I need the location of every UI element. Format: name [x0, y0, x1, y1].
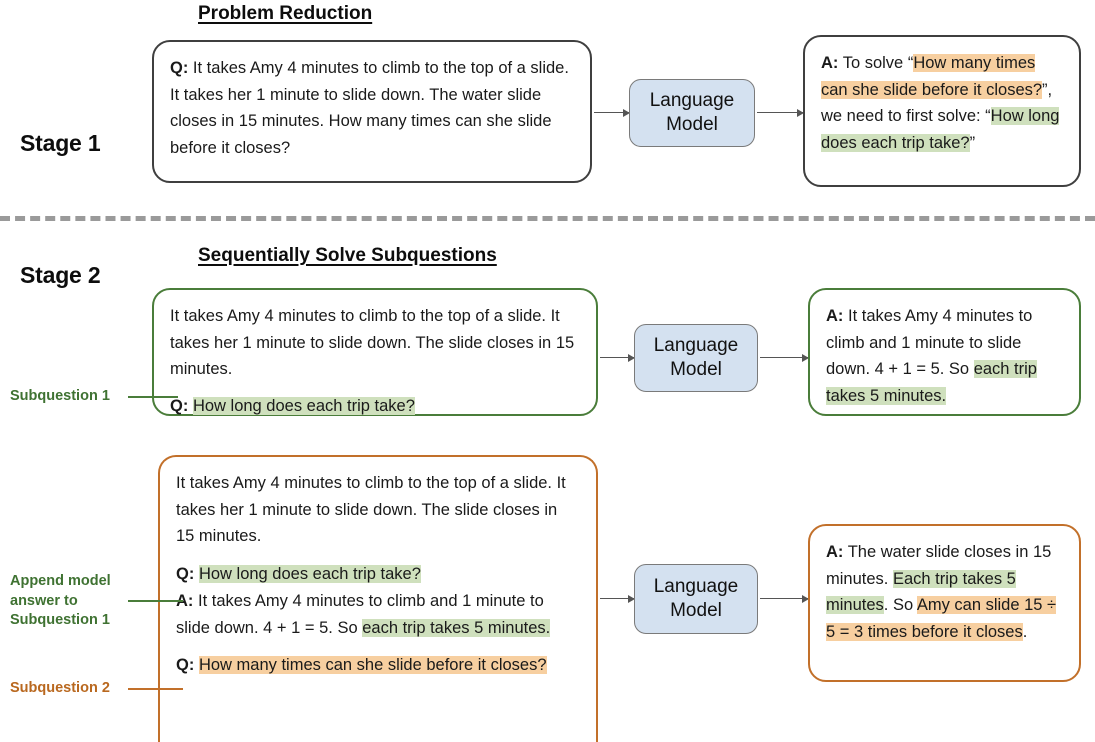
round2-question2-prefix: Q:	[176, 656, 195, 675]
stage-divider	[0, 216, 1095, 221]
round1-question-prefix: Q:	[170, 397, 189, 416]
round1-answer-prefix: A:	[826, 307, 844, 325]
stage2-label: Stage 2	[20, 262, 101, 288]
answer-prefix: A:	[821, 54, 839, 72]
model-line-1: Language	[653, 334, 739, 356]
model-line-2: Model	[670, 600, 722, 621]
arrow-s2r1-prompt-to-model	[600, 353, 635, 362]
model-line-1: Language	[653, 575, 739, 597]
arrow-s2r1-model-to-answer	[760, 353, 809, 362]
stage2-heading: Sequentially Solve Subquestions	[198, 245, 497, 266]
round2-answer1-highlight-green: each trip takes 5 minutes.	[362, 618, 551, 637]
question-text: It takes Amy 4 minutes to climb to the t…	[170, 59, 569, 158]
arrow-s1-model-to-answer	[757, 108, 804, 117]
stage2-round1-prompt-box: It takes Amy 4 minutes to climb to the t…	[152, 288, 598, 416]
arrow-s2r2-model-to-answer	[760, 594, 809, 603]
stage2-round1-answer-box: A: It takes Amy 4 minutes to climb and 1…	[808, 288, 1081, 416]
stage2-round2-language-model-box: Language Model	[634, 564, 758, 634]
subquestion-1-label: Subquestion 1	[10, 388, 110, 404]
subquestion-2-connector	[128, 688, 183, 690]
append-model-answer-label: Append model answer to Subquestion 1	[10, 573, 111, 629]
arrow-s1-question-to-model	[594, 108, 630, 117]
subquestion-2-label: Subquestion 2	[10, 680, 110, 696]
round2-answer-prefix: A:	[826, 543, 844, 561]
answer-seg-1: To solve “	[838, 54, 914, 72]
stage1-answer-box: A: To solve “How many times can she slid…	[803, 35, 1081, 187]
subquestion-1-connector	[128, 396, 178, 398]
stage1-heading: Problem Reduction	[198, 3, 373, 24]
stage2-round1-language-model-box: Language Model	[634, 324, 758, 392]
round2-context: It takes Amy 4 minutes to climb to the t…	[176, 474, 566, 546]
model-line-2: Model	[666, 114, 718, 135]
stage2-round2-prompt-box: It takes Amy 4 minutes to climb to the t…	[158, 455, 598, 742]
round1-context: It takes Amy 4 minutes to climb to the t…	[170, 307, 575, 379]
append-model-answer-connector	[128, 600, 183, 602]
stage1-label: Stage 1	[20, 130, 101, 156]
answer-seg-3: ”	[969, 134, 976, 153]
round2-question1-text: How long does each trip take?	[198, 565, 421, 584]
model-line-1: Language	[649, 89, 735, 111]
arrow-s2r2-prompt-to-model	[600, 594, 635, 603]
question-prefix: Q:	[170, 59, 189, 77]
stage2-round2-answer-box: A: The water slide closes in 15 minutes.…	[808, 524, 1081, 682]
stage1-question-box: Q: It takes Amy 4 minutes to climb to th…	[152, 40, 592, 183]
stage1-language-model-box: Language Model	[629, 79, 755, 147]
model-line-2: Model	[670, 359, 722, 380]
round1-question-text: How long does each trip take?	[192, 397, 415, 416]
round2-answer-seg-2: . So	[883, 596, 917, 615]
round2-answer-seg-3: .	[1022, 623, 1028, 642]
round2-question1-prefix: Q:	[176, 565, 195, 584]
round2-question2-text: How many times can she slide before it c…	[198, 656, 547, 675]
